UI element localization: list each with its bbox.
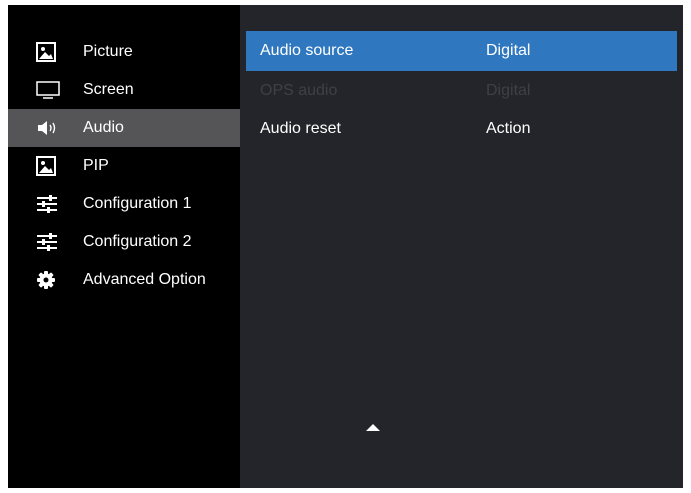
sidebar-item-pip[interactable]: PIP	[8, 147, 240, 185]
sidebar-item-picture[interactable]: Picture	[8, 33, 240, 71]
sliders-icon	[36, 194, 57, 214]
sidebar-item-configuration-1[interactable]: Configuration 1	[8, 185, 240, 223]
setting-row-ops-audio: OPS audio Digital	[246, 71, 677, 111]
sidebar-item-label: Configuration 1	[83, 195, 192, 212]
scroll-up-icon[interactable]	[366, 424, 380, 431]
sidebar-item-screen[interactable]: Screen	[8, 71, 240, 109]
settings-panel: Audio source Digital OPS audio Digital A…	[240, 5, 683, 488]
setting-value: Action	[486, 120, 531, 137]
sidebar-item-label: Advanced Option	[83, 271, 206, 288]
setting-value: Digital	[486, 42, 531, 59]
setting-row-audio-source[interactable]: Audio source Digital	[246, 31, 677, 71]
gear-icon	[36, 270, 56, 290]
sidebar: Picture Screen Audio PIP Configuration 1…	[8, 5, 240, 488]
sidebar-item-configuration-2[interactable]: Configuration 2	[8, 223, 240, 261]
picture-icon	[36, 42, 56, 62]
picture-icon	[36, 156, 56, 176]
sidebar-item-label: Audio	[83, 119, 124, 136]
sidebar-item-label: PIP	[83, 157, 109, 174]
speaker-icon	[36, 118, 56, 138]
osd-menu: Picture Screen Audio PIP Configuration 1…	[8, 5, 683, 488]
sidebar-item-label: Picture	[83, 43, 133, 60]
sidebar-item-advanced-option[interactable]: Advanced Option	[8, 261, 240, 299]
sidebar-item-audio[interactable]: Audio	[8, 109, 240, 147]
setting-row-audio-reset[interactable]: Audio reset Action	[246, 109, 677, 149]
monitor-icon	[36, 80, 60, 100]
setting-value: Digital	[486, 82, 531, 99]
setting-name: Audio reset	[260, 120, 341, 137]
setting-name: Audio source	[260, 42, 354, 59]
sliders-icon	[36, 232, 57, 252]
sidebar-item-label: Screen	[83, 81, 134, 98]
setting-name: OPS audio	[260, 82, 338, 99]
sidebar-item-label: Configuration 2	[83, 233, 192, 250]
